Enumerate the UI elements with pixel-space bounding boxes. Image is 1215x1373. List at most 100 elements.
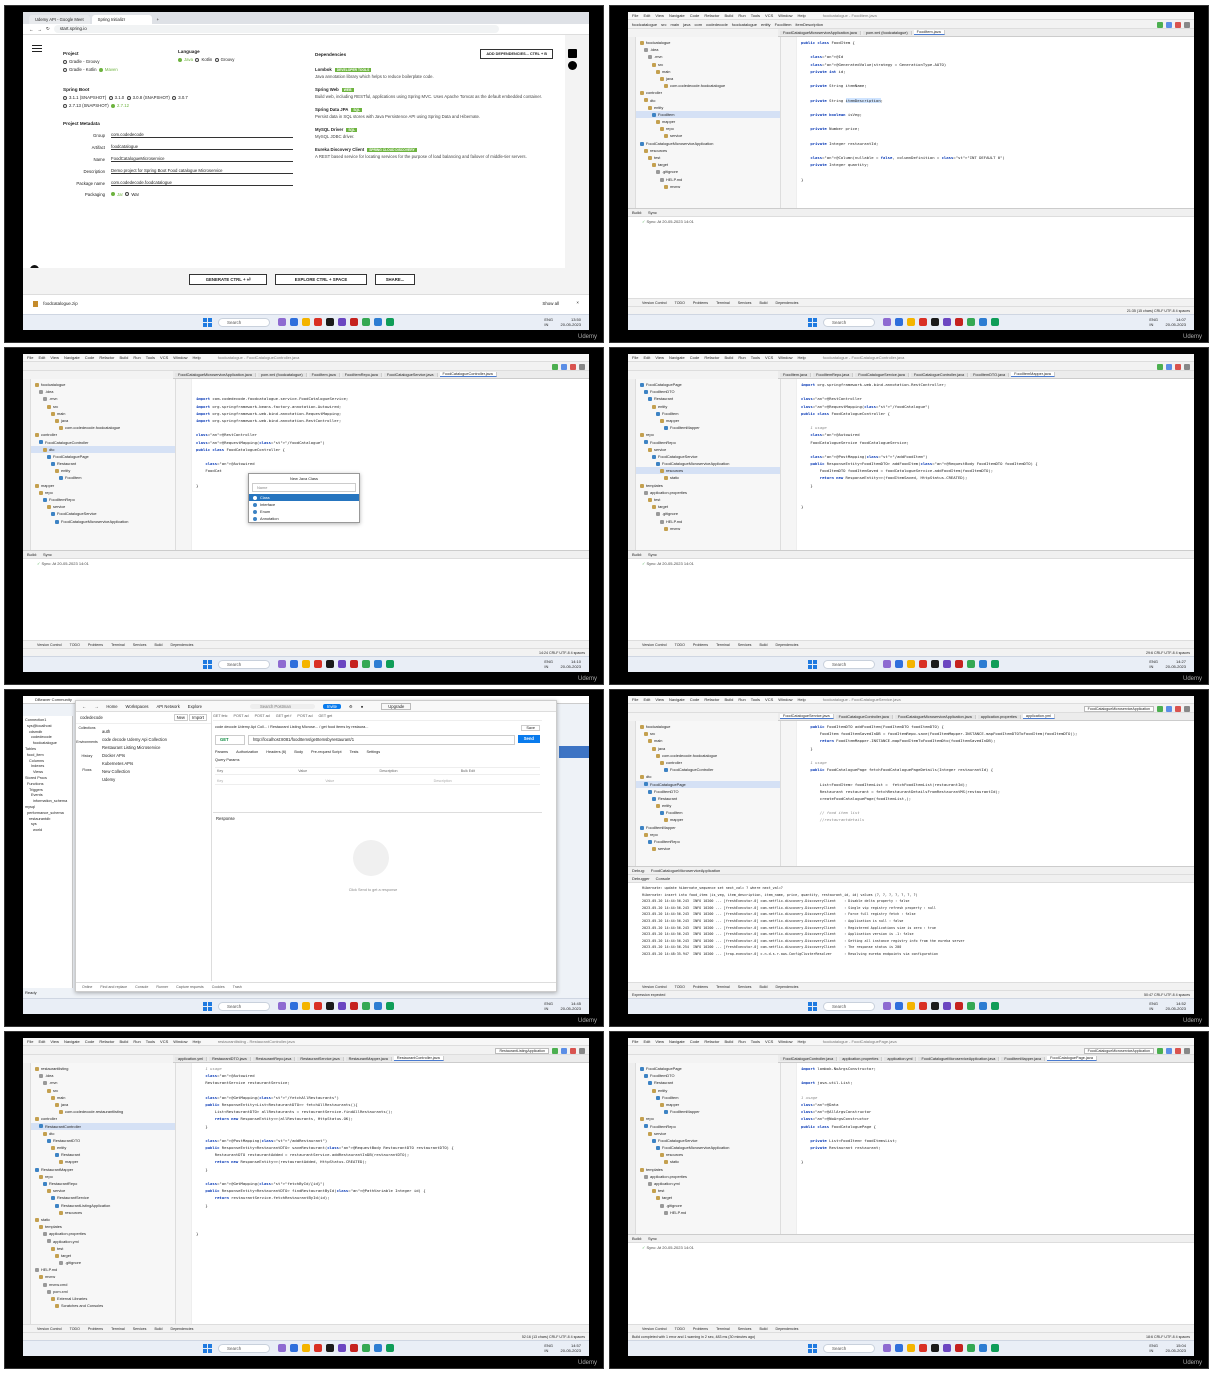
forward-icon[interactable]: →: [38, 27, 43, 32]
url-input[interactable]: start.spring.io: [53, 25, 499, 33]
menu-item[interactable]: Tools: [146, 1039, 155, 1044]
request-tab[interactable]: GET get: [319, 714, 333, 718]
tree-node[interactable]: FoodCatalogueMicroserviceApplication: [636, 1144, 780, 1151]
menu-item[interactable]: Navigate: [669, 355, 685, 360]
tree-node[interactable]: service: [636, 132, 780, 139]
windows-start-icon[interactable]: [203, 1344, 212, 1353]
tree-node[interactable]: .idea: [31, 1072, 175, 1079]
editor-tab[interactable]: FoodCatalogueMicroserviceApplication.jav…: [780, 30, 861, 35]
stop-icon[interactable]: [1175, 706, 1181, 712]
sync-tab[interactable]: Sync: [648, 210, 657, 215]
menu-item[interactable]: VCS: [765, 697, 773, 702]
tree-node[interactable]: target: [31, 1252, 175, 1259]
tree-node[interactable]: application.yml: [31, 1238, 175, 1245]
params-cell[interactable]: Key: [215, 778, 323, 784]
breadcrumb-item[interactable]: codedecode: [706, 22, 728, 27]
taskbar-app-icon[interactable]: [386, 1344, 394, 1352]
cursor-position[interactable]: 18:6 CRLF UTF-8 4 spaces: [1146, 1335, 1190, 1339]
tool-tab[interactable]: TODO: [675, 985, 685, 989]
taskbar-app-icon[interactable]: [278, 318, 286, 326]
radio-jar[interactable]: [111, 192, 115, 196]
stop-icon[interactable]: [1175, 364, 1181, 370]
cursor-position[interactable]: 21:35 (15 chars) CRLF UTF-8 4 spaces: [1127, 309, 1190, 313]
editor-tab[interactable]: FoodItemMapper.java: [1011, 372, 1055, 377]
tree-node[interactable]: controller: [31, 431, 175, 438]
tree-node[interactable]: main: [636, 737, 780, 744]
tree-node[interactable]: templates: [636, 482, 780, 489]
nav-workspaces[interactable]: Workspaces: [126, 704, 149, 709]
sync-tab[interactable]: Sync: [648, 1236, 657, 1241]
tool-tab[interactable]: Services: [738, 643, 752, 647]
tool-tab[interactable]: Terminal: [111, 1327, 125, 1331]
taskbar-app-icon[interactable]: [302, 660, 310, 668]
taskbar-app-icon[interactable]: [967, 318, 975, 326]
tree-node[interactable]: dto: [31, 445, 175, 453]
url-input[interactable]: http://localhost:8081/foodItems/getItems…: [248, 735, 515, 745]
footer-item[interactable]: Cookies: [212, 985, 225, 989]
tree-node[interactable]: mapper: [31, 482, 175, 489]
nav-home[interactable]: Home: [106, 704, 117, 709]
taskbar-app-icon[interactable]: [991, 1344, 999, 1352]
editor-tab[interactable]: pom.xml (foodcatalogue): [257, 372, 307, 377]
run-config-select[interactable]: RestaurantListingApplication: [495, 1048, 549, 1054]
tree-node[interactable]: foodcatalogue: [636, 39, 780, 46]
breadcrumb-item[interactable]: itemDescription: [795, 22, 823, 27]
run-icon[interactable]: [1157, 1048, 1163, 1054]
tree-node[interactable]: FoodItem: [636, 809, 780, 816]
tree-node[interactable]: test: [636, 496, 780, 503]
taskbar-app-icon[interactable]: [374, 1002, 382, 1010]
editor-tab[interactable]: application.yml: [175, 1056, 208, 1061]
taskbar-app-icon[interactable]: [931, 660, 939, 668]
language-indicator[interactable]: ENG IN: [544, 1343, 553, 1353]
request-tab[interactable]: GET get f: [276, 714, 292, 718]
editor-tab[interactable]: FoodItem.java: [308, 372, 340, 377]
tree-node[interactable]: FoodItem: [31, 474, 175, 481]
nav-api-network[interactable]: API Network: [157, 704, 180, 709]
radio-boot[interactable]: [63, 95, 67, 100]
menu-item[interactable]: Edit: [643, 13, 650, 18]
taskbar-app-icon[interactable]: [883, 1344, 891, 1352]
sync-tab[interactable]: Sync: [43, 552, 52, 557]
search-icon[interactable]: [1184, 706, 1190, 712]
taskbar-app-icon[interactable]: [350, 660, 358, 668]
language-indicator[interactable]: ENG IN: [1149, 1001, 1158, 1011]
taskbar-app-icon[interactable]: [907, 1344, 915, 1352]
menu-item[interactable]: Run: [133, 1039, 140, 1044]
popup-option[interactable]: Interface: [249, 501, 359, 508]
taskbar-app-icon[interactable]: [943, 1344, 951, 1352]
tool-tab[interactable]: Services: [738, 985, 752, 989]
tree-node[interactable]: Restaurant: [636, 395, 780, 402]
tool-tab[interactable]: TODO: [70, 643, 80, 647]
menu-item[interactable]: Build: [119, 355, 128, 360]
tree-node[interactable]: repo: [636, 831, 780, 838]
editor-tab[interactable]: RestaurantRepo.java: [252, 1056, 296, 1061]
menu-item[interactable]: Help: [798, 697, 806, 702]
tool-tab[interactable]: Problems: [693, 985, 708, 989]
stop-icon[interactable]: [570, 364, 576, 370]
taskbar-app-icon[interactable]: [955, 318, 963, 326]
taskbar-app-icon[interactable]: [943, 1002, 951, 1010]
tree-node[interactable]: application.yml: [636, 1180, 780, 1187]
footer-item[interactable]: Capture requests: [176, 985, 204, 989]
taskbar-app-icon[interactable]: [907, 1002, 915, 1010]
tree-node[interactable]: resources: [636, 467, 780, 475]
taskbar-app-icon[interactable]: [955, 1002, 963, 1010]
hamburger-icon[interactable]: [32, 45, 42, 52]
tool-tab[interactable]: Dependencies: [775, 301, 798, 305]
taskbar-app-icon[interactable]: [931, 318, 939, 326]
tree-node[interactable]: foodcatalogue: [636, 723, 780, 730]
tree-node[interactable]: .gitignore: [636, 1202, 780, 1209]
tool-tab[interactable]: Services: [738, 301, 752, 305]
postman-search[interactable]: Search Postman: [250, 703, 315, 709]
tree-node[interactable]: controller: [636, 89, 780, 96]
save-button[interactable]: Save: [521, 725, 540, 731]
tool-tab[interactable]: Version Control: [37, 1327, 62, 1331]
menu-item[interactable]: Tools: [751, 355, 760, 360]
menu-item[interactable]: Window: [778, 355, 792, 360]
notification-icon[interactable]: ●: [361, 704, 364, 709]
params-column[interactable]: Key: [215, 768, 296, 774]
tree-node[interactable]: repo: [636, 1115, 780, 1122]
taskbar-search[interactable]: Search: [823, 660, 875, 669]
tree-node[interactable]: target: [636, 503, 780, 510]
code-editor[interactable]: import org.springframework.web.bind.anno…: [781, 379, 1194, 550]
